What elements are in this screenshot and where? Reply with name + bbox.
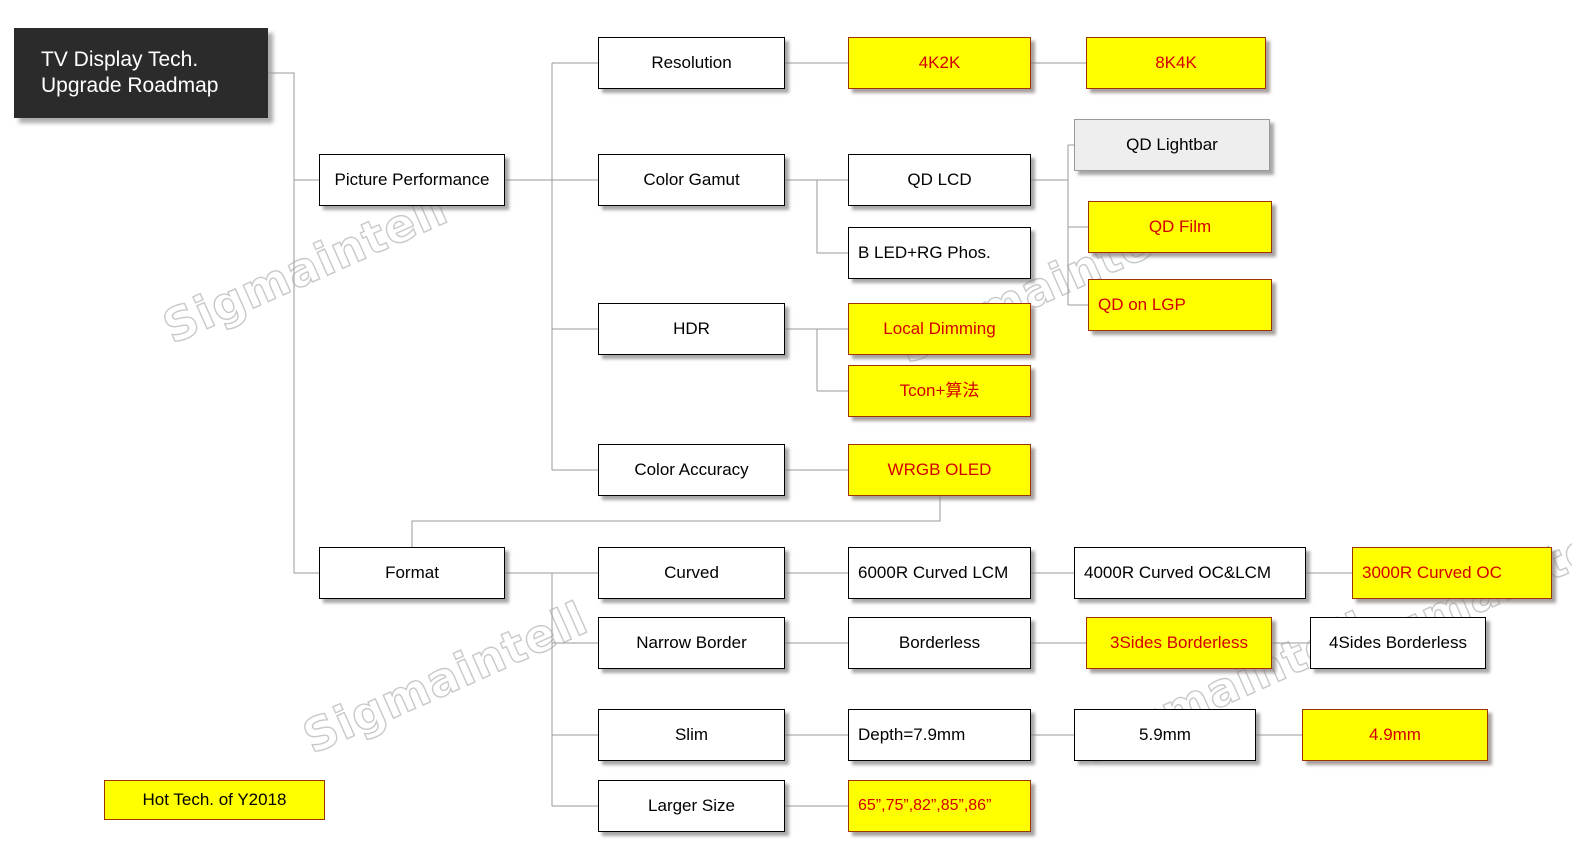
category-curved[interactable]: Curved: [598, 547, 785, 599]
node-depth-4-9mm[interactable]: 4.9mm: [1302, 709, 1488, 761]
node-wrgb-oled[interactable]: WRGB OLED: [848, 444, 1031, 496]
node-qd-on-lgp[interactable]: QD on LGP: [1088, 279, 1272, 331]
node-4k2k[interactable]: 4K2K: [848, 37, 1031, 89]
node-4sides-borderless[interactable]: 4Sides Borderless: [1310, 617, 1486, 669]
node-4000r-curved-oc-lcm[interactable]: 4000R Curved OC&LCM: [1074, 547, 1306, 599]
node-qd-lcd[interactable]: QD LCD: [848, 154, 1031, 206]
node-depth-5-9mm[interactable]: 5.9mm: [1074, 709, 1256, 761]
node-b-led-rg-phos[interactable]: B LED+RG Phos.: [848, 227, 1031, 279]
category-hdr[interactable]: HDR: [598, 303, 785, 355]
category-resolution[interactable]: Resolution: [598, 37, 785, 89]
node-borderless[interactable]: Borderless: [848, 617, 1031, 669]
watermark: Sigmaintell: [154, 180, 456, 355]
node-local-dimming[interactable]: Local Dimming: [848, 303, 1031, 355]
node-3000r-curved-oc[interactable]: 3000R Curved OC: [1352, 547, 1552, 599]
node-tcon-algorithm[interactable]: Tcon+算法: [848, 365, 1031, 417]
node-qd-film[interactable]: QD Film: [1088, 201, 1272, 253]
title-line-2: Upgrade Roadmap: [41, 74, 219, 97]
category-color-gamut[interactable]: Color Gamut: [598, 154, 785, 206]
title-line-1: TV Display Tech.: [41, 47, 199, 71]
roadmap-diagram: Sigmaintell Sigmaintell Sigmaintell Sigm…: [0, 0, 1572, 858]
watermark: Sigmaintell: [294, 590, 596, 765]
node-6000r-curved-lcm[interactable]: 6000R Curved LCM: [848, 547, 1031, 599]
category-color-accuracy[interactable]: Color Accuracy: [598, 444, 785, 496]
node-screen-sizes[interactable]: 65”,75”,82”,85”,86”: [848, 780, 1031, 832]
category-narrow-border[interactable]: Narrow Border: [598, 617, 785, 669]
node-depth-7-9mm[interactable]: Depth=7.9mm: [848, 709, 1031, 761]
legend-hot-tech: Hot Tech. of Y2018: [104, 780, 325, 820]
node-3sides-borderless[interactable]: 3Sides Borderless: [1086, 617, 1272, 669]
node-qd-lightbar[interactable]: QD Lightbar: [1074, 119, 1270, 171]
branch-format[interactable]: Format: [319, 547, 505, 599]
category-slim[interactable]: Slim: [598, 709, 785, 761]
branch-picture-performance[interactable]: Picture Performance: [319, 154, 505, 206]
diagram-title-box: TV Display Tech. Upgrade Roadmap: [14, 28, 268, 118]
category-larger-size[interactable]: Larger Size: [598, 780, 785, 832]
node-8k4k[interactable]: 8K4K: [1086, 37, 1266, 89]
